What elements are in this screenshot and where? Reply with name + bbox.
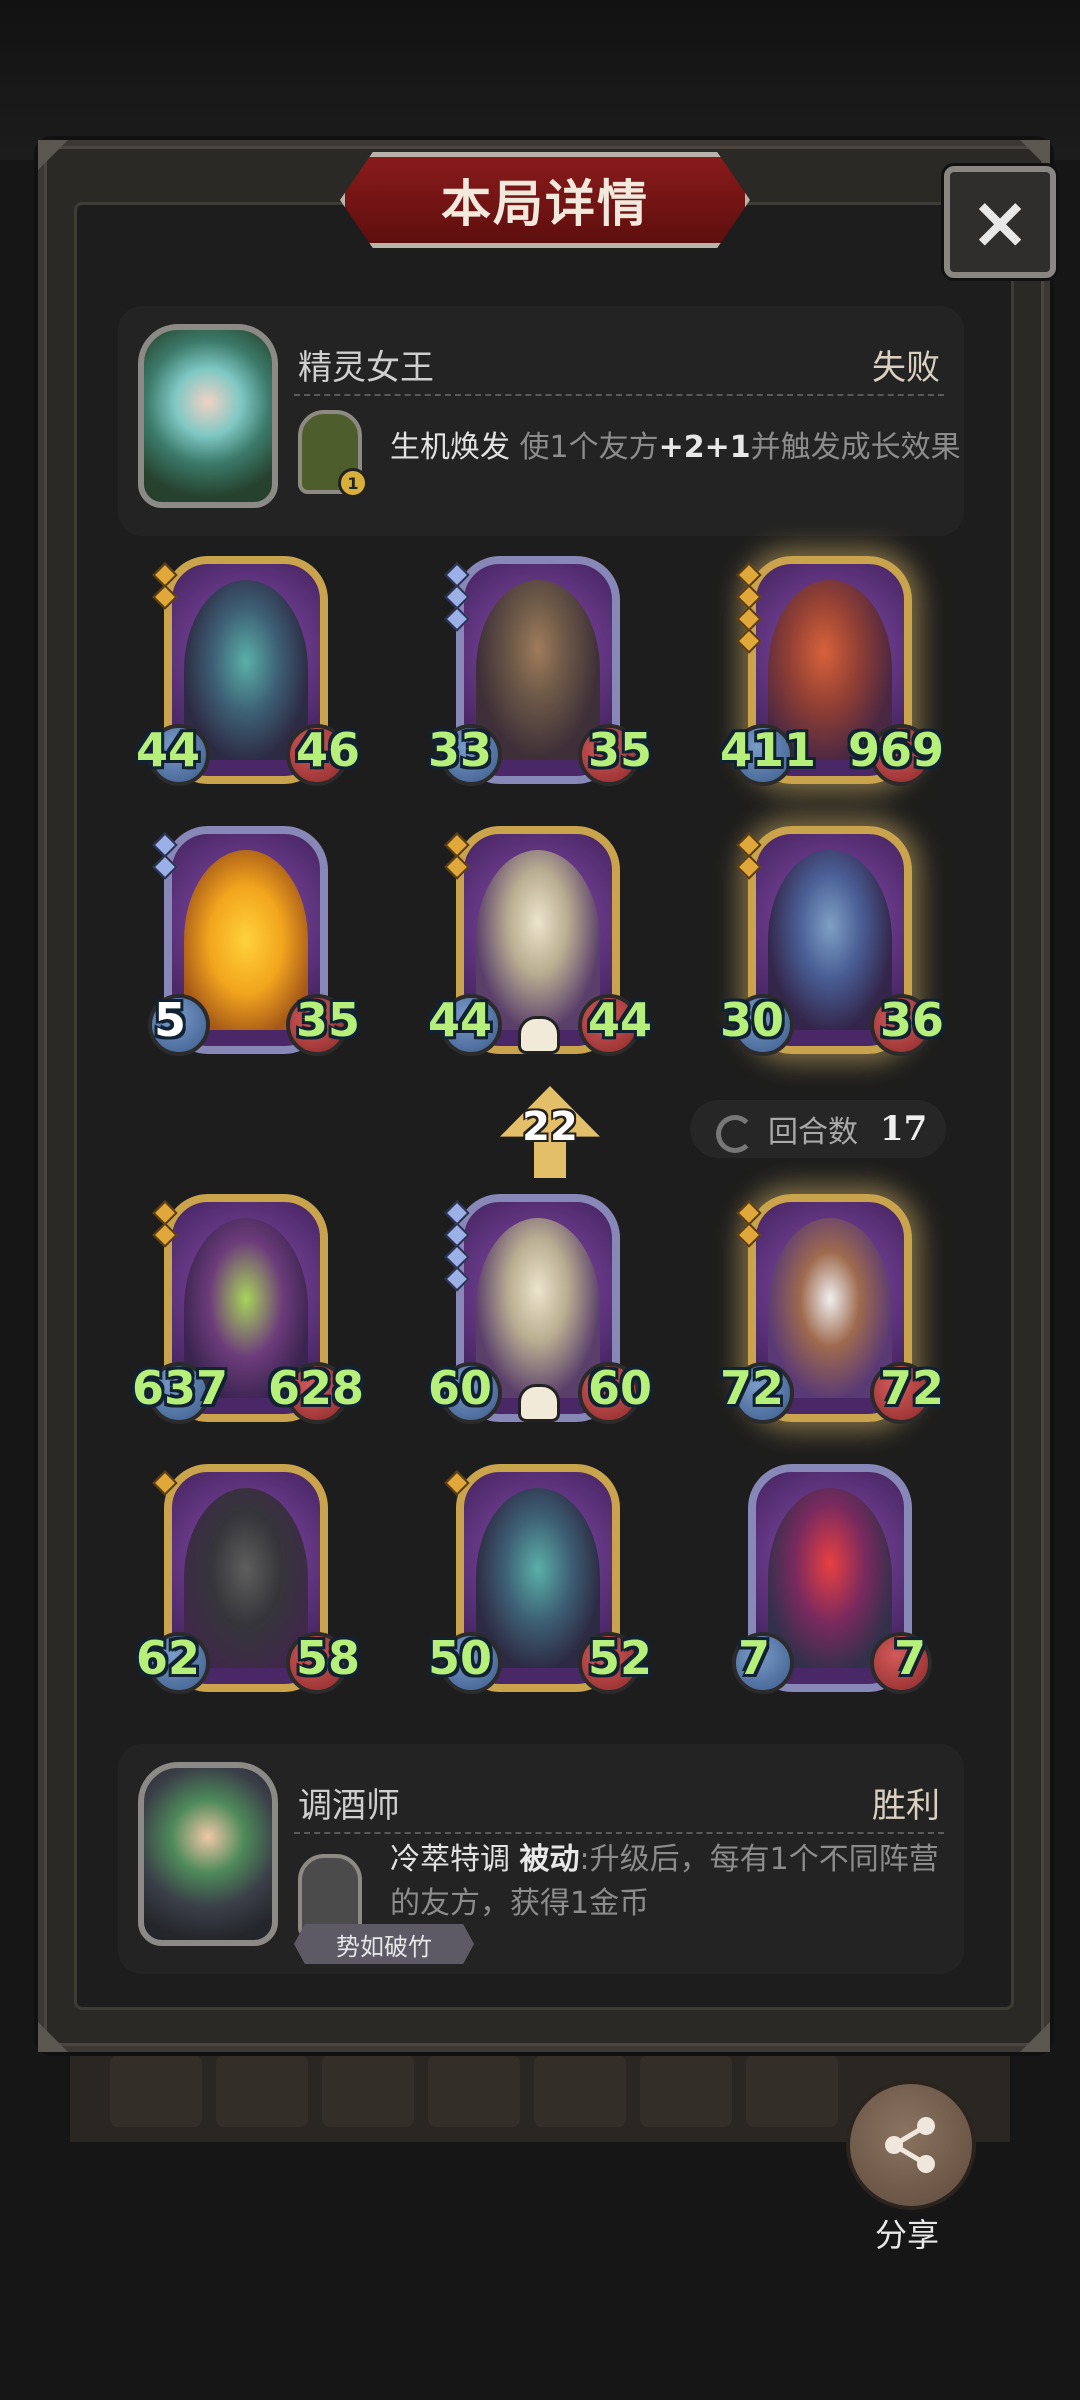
player-panel: 调酒师 胜利 冷萃特调 被动:升级后，每有1个不同阵营 的友方，获得1金币 势如… — [118, 1744, 964, 1974]
frame-corner — [38, 140, 68, 170]
skull-icon — [518, 1384, 560, 1422]
opponent-skill-text: 生机焕发 使1个友方+2+1并触发成长效果 — [390, 426, 961, 470]
player-skill-desc-line1: :升级后，每有1个不同阵营 — [579, 1842, 939, 1877]
unit-health: 46 — [295, 723, 360, 777]
unit-health: 60 — [587, 1361, 652, 1415]
unit-health: 44 — [587, 993, 652, 1047]
divider — [294, 1832, 944, 1834]
tier-badge: 22 — [500, 1086, 600, 1178]
player-skill-text: 冷萃特调 被动:升级后，每有1个不同阵营 的友方，获得1金币 — [390, 1838, 939, 1926]
unit-health: 52 — [587, 1631, 652, 1685]
unit-portrait — [476, 580, 600, 760]
round-label: 回合数 — [768, 1115, 858, 1150]
opponent-skill-desc-pre: 使1个友方 — [519, 430, 659, 465]
background-top — [0, 0, 1080, 160]
opponent-skill-desc-post: 并触发成长效果 — [750, 430, 961, 465]
background-slot — [428, 2055, 520, 2127]
unit-attack: 62 — [136, 1631, 201, 1685]
background-slot — [322, 2055, 414, 2127]
unit-portrait — [768, 850, 892, 1030]
enemy-unit-card[interactable]: 5 35 — [148, 826, 360, 1076]
unit-health: 72 — [879, 1361, 944, 1415]
skull-icon — [518, 1016, 560, 1054]
background-slot — [534, 2055, 626, 2127]
player-result: 胜利 — [872, 1786, 940, 1826]
background-slot — [110, 2055, 202, 2127]
player-unit-card[interactable]: 637 628 — [132, 1194, 364, 1444]
unit-attack: 33 — [428, 723, 493, 777]
player-unit-card[interactable]: 72 72 — [720, 1194, 944, 1444]
unit-attack: 637 — [132, 1361, 229, 1415]
round-value: 17 — [880, 1109, 928, 1149]
unit-health: 35 — [295, 993, 360, 1047]
unit-attack: 72 — [720, 1361, 785, 1415]
player-unit-card[interactable]: 62 58 — [136, 1464, 360, 1714]
opponent-skill-name: 生机焕发 — [390, 430, 510, 465]
share-icon — [885, 2117, 935, 2173]
player-skill-desc-line2: 的友方，获得1金币 — [390, 1886, 650, 1921]
unit-portrait — [184, 580, 308, 760]
frame-corner — [1020, 2022, 1050, 2052]
enemy-unit-card[interactable]: 30 36 — [720, 826, 944, 1076]
player-skill-tag: 被动 — [519, 1842, 580, 1877]
background-slot — [746, 2055, 838, 2127]
unit-portrait — [476, 850, 600, 1030]
player-avatar — [138, 1762, 278, 1946]
unit-attack: 50 — [428, 1631, 493, 1685]
unit-health: 7 — [893, 1631, 926, 1685]
player-title-tag: 势如破竹 — [294, 1924, 474, 1964]
opponent-result: 失败 — [872, 348, 940, 388]
unit-attack: 44 — [136, 723, 201, 777]
unit-health: 35 — [587, 723, 652, 777]
opponent-skill-icon[interactable]: 1 — [298, 410, 368, 498]
unit-health: 969 — [847, 723, 944, 777]
share-label: 分享 — [874, 2216, 939, 2254]
unit-attack: 7 — [738, 1631, 771, 1685]
unit-portrait — [768, 1218, 892, 1398]
player-unit-card[interactable]: 50 52 — [428, 1464, 652, 1714]
divider — [294, 394, 944, 396]
unit-portrait — [476, 1488, 600, 1668]
unit-portrait — [184, 1488, 308, 1668]
share-button[interactable] — [846, 2080, 976, 2210]
enemy-unit-card[interactable]: 411 969 — [720, 556, 944, 806]
unit-portrait — [184, 850, 308, 1030]
enemy-unit-card[interactable]: 33 35 — [428, 556, 652, 806]
frame-corner — [38, 2022, 68, 2052]
background-slot — [216, 2055, 308, 2127]
unit-attack: 44 — [428, 993, 493, 1047]
unit-attack: 30 — [720, 993, 785, 1047]
player-name: 调酒师 — [298, 1786, 400, 1826]
opponent-skill-highlight: +2+1 — [658, 430, 751, 465]
skill-level-badge: 1 — [338, 468, 368, 498]
title-banner: 本局详情 — [340, 152, 750, 248]
opponent-avatar — [138, 324, 278, 508]
unit-attack: 5 — [154, 993, 187, 1047]
player-skill-name: 冷萃特调 — [390, 1842, 510, 1877]
opponent-name: 精灵女王 — [298, 348, 434, 388]
enemy-unit-card[interactable]: 44 44 — [428, 826, 652, 1076]
round-counter: 回合数 17 — [690, 1100, 946, 1158]
unit-health: 36 — [879, 993, 944, 1047]
unit-attack: 60 — [428, 1361, 493, 1415]
refresh-icon — [712, 1111, 754, 1153]
enemy-unit-card[interactable]: 44 46 — [136, 556, 360, 806]
unit-attack: 411 — [720, 723, 817, 777]
close-button[interactable]: × — [944, 166, 1056, 278]
unit-health: 58 — [295, 1631, 360, 1685]
close-icon: × — [969, 180, 1031, 264]
player-unit-card[interactable]: 60 60 — [428, 1194, 652, 1444]
unit-portrait — [768, 1488, 892, 1668]
unit-portrait — [476, 1218, 600, 1398]
unit-health: 628 — [267, 1361, 364, 1415]
tier-value: 22 — [522, 1104, 578, 1150]
background-slot — [640, 2055, 732, 2127]
page-title: 本局详情 — [441, 175, 649, 233]
opponent-panel: 精灵女王 失败 1 生机焕发 使1个友方+2+1并触发成长效果 — [118, 306, 964, 536]
player-unit-card[interactable]: 7 7 — [732, 1464, 932, 1714]
